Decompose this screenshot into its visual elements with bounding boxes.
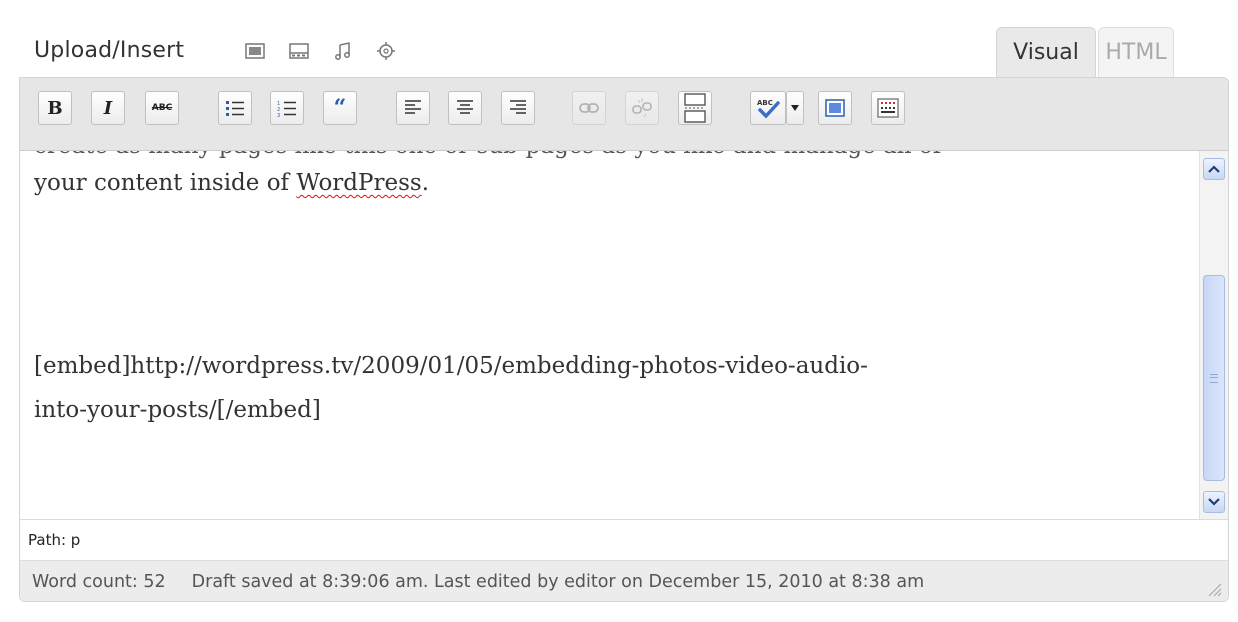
spellcheck-button[interactable]: ABC	[750, 91, 786, 125]
bulleted-list-icon	[226, 101, 244, 116]
bold-button[interactable]: B	[38, 91, 72, 125]
tab-visual[interactable]: Visual	[996, 27, 1096, 77]
editor-toolbar: B I ABC 123 “ ABC	[20, 78, 1228, 151]
kitchen-sink-button[interactable]	[871, 91, 905, 125]
align-center-button[interactable]	[448, 91, 482, 125]
fullscreen-button[interactable]	[818, 91, 852, 125]
upload-insert-label: Upload/Insert	[34, 38, 185, 63]
align-left-button[interactable]	[396, 91, 430, 125]
paragraph-text: your content inside of	[34, 170, 297, 196]
link-icon	[579, 103, 599, 113]
paragraph-text-end: .	[421, 170, 430, 196]
numbered-list-button[interactable]: 123	[270, 91, 304, 125]
insert-link-button[interactable]	[572, 91, 606, 125]
tab-html[interactable]: HTML	[1098, 27, 1174, 77]
scroll-down-button[interactable]	[1203, 491, 1225, 513]
add-image-icon[interactable]	[244, 40, 266, 62]
align-right-icon	[510, 100, 526, 114]
unlink-button[interactable]	[625, 91, 659, 125]
strikethrough-button[interactable]: ABC	[145, 91, 179, 125]
numbered-list-icon: 123	[277, 101, 296, 117]
content-paragraph: your content inside of WordPress.	[34, 161, 1184, 205]
bulleted-list-button[interactable]	[218, 91, 252, 125]
spellcheck-dropdown-button[interactable]	[786, 91, 804, 125]
editor-content-area[interactable]: create as many pages like this one or su…	[20, 151, 1198, 519]
grip-icon	[1210, 373, 1218, 383]
more-tag-icon	[684, 93, 706, 123]
align-right-button[interactable]	[501, 91, 535, 125]
align-left-icon	[405, 100, 421, 114]
align-center-icon	[457, 100, 473, 114]
chevron-down-icon	[1208, 498, 1220, 506]
chevron-up-icon	[1208, 165, 1220, 173]
add-video-icon[interactable]	[288, 40, 310, 62]
editor-status-bar: Word count: 52 Draft saved at 8:39:06 am…	[20, 560, 1228, 601]
content-line-cut-off: create as many pages like this one or su…	[34, 151, 941, 159]
scroll-thumb[interactable]	[1203, 275, 1225, 481]
misspelled-word[interactable]: WordPress	[296, 170, 421, 196]
kitchen-sink-icon	[877, 98, 899, 118]
scroll-up-button[interactable]	[1203, 158, 1225, 180]
word-count: Word count: 52	[32, 572, 166, 592]
editor-container: B I ABC 123 “ ABC your content inside of…	[19, 77, 1229, 602]
svg-text:ABC: ABC	[757, 99, 773, 107]
draft-saved-status: Draft saved at 8:39:06 am. Last edited b…	[191, 572, 925, 592]
unlink-icon	[632, 98, 652, 118]
vertical-scrollbar[interactable]	[1199, 151, 1228, 519]
add-audio-icon[interactable]	[332, 40, 354, 62]
insert-more-tag-button[interactable]	[678, 91, 712, 125]
fullscreen-icon	[825, 99, 845, 117]
embed-line-1: [embed]http://wordpress.tv/2009/01/05/em…	[34, 353, 868, 379]
italic-button[interactable]: I	[91, 91, 125, 125]
embed-paragraph: [embed]http://wordpress.tv/2009/01/05/em…	[34, 344, 1184, 432]
blockquote-button[interactable]: “	[323, 91, 357, 125]
svg-text:3: 3	[277, 113, 280, 117]
add-media-icon[interactable]	[375, 40, 397, 62]
resize-handle-icon[interactable]	[1206, 581, 1222, 597]
spellcheck-icon: ABC	[757, 99, 780, 119]
chevron-down-icon	[791, 105, 799, 111]
embed-line-2: into-your-posts/[/embed]	[34, 397, 321, 423]
element-path: Path: p	[20, 519, 1228, 560]
media-buttons-bar: Upload/Insert Visual HTML	[0, 0, 1238, 78]
